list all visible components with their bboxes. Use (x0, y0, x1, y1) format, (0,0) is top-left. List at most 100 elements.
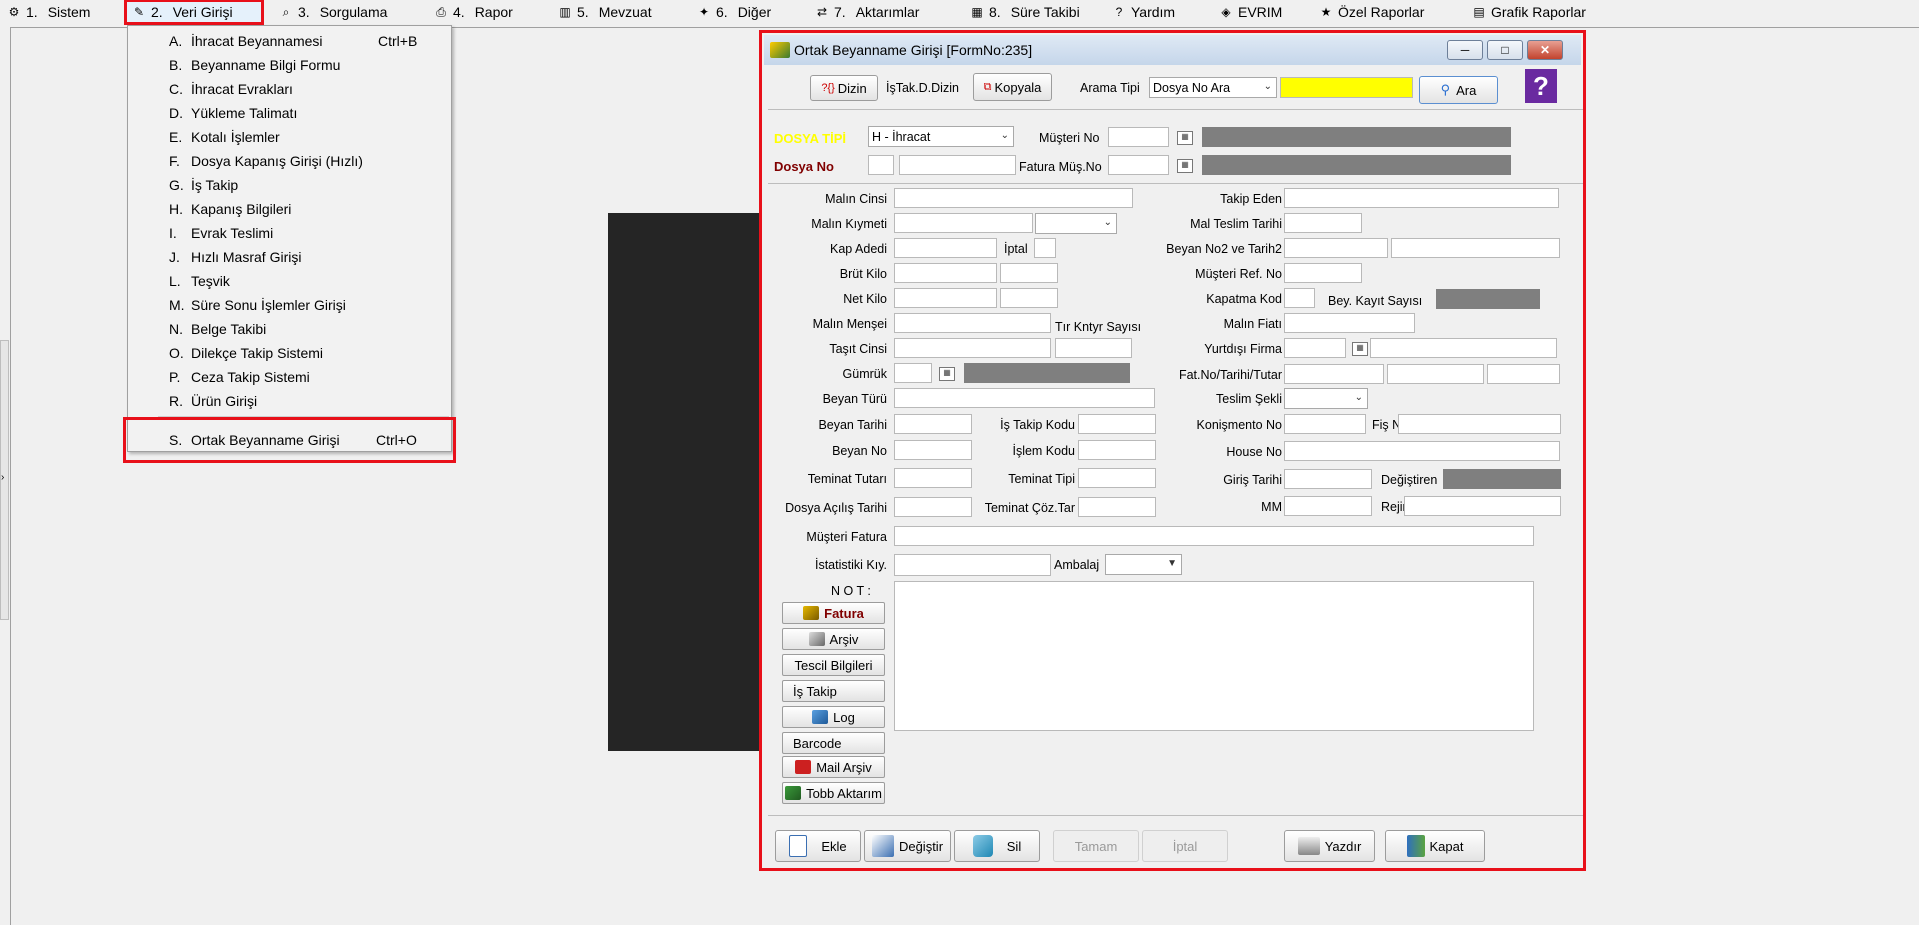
yurtdisi-firma-name-input[interactable] (1370, 338, 1557, 358)
dropdown-item-h-zl-masraf-giri-i[interactable]: J. Hızlı Masraf Girişi (128, 245, 451, 269)
search-input[interactable] (1280, 77, 1413, 98)
arsiv-button[interactable]: Arşiv (782, 628, 885, 650)
ambalaj-select[interactable]: ▼ (1105, 554, 1182, 575)
menu-veri-giri-i[interactable]: ✎ 2. Veri Girişi (124, 0, 264, 25)
beyan-turu-input[interactable] (894, 388, 1155, 408)
teminat-tutari-input[interactable] (894, 468, 972, 488)
menu-evrim[interactable]: ◈ EVRIM (1212, 0, 1288, 24)
menu--zel-raporlar[interactable]: ★ Özel Raporlar (1312, 0, 1430, 24)
dropdown-item-i-takip[interactable]: G. İş Takip (128, 173, 451, 197)
yazdir-button[interactable]: Yazdır (1284, 830, 1375, 862)
kopyala-button[interactable]: ⧉ Kopyala (973, 73, 1052, 101)
rejim-input[interactable] (1404, 496, 1561, 516)
istak-dizin-link[interactable]: İşTak.D.Dizin (886, 81, 959, 95)
not-textarea[interactable] (894, 581, 1534, 731)
fat-tutar-input[interactable] (1487, 364, 1560, 384)
dropdown-item-i-hracat-beyannamesi[interactable]: A. İhracat Beyannamesi Ctrl+B (128, 29, 451, 53)
menu-aktar-mlar[interactable]: ⇄ 7. Aktarımlar (808, 0, 925, 24)
minimize-button[interactable]: ─ (1447, 40, 1483, 60)
net-kilo-unit-input[interactable] (1000, 288, 1058, 308)
maximize-button[interactable]: □ (1487, 40, 1523, 60)
calendar-icon[interactable]: ▦ (1352, 342, 1368, 356)
kapatma-kod-input[interactable] (1284, 288, 1315, 308)
chevron-right-icon[interactable]: › (1, 472, 4, 483)
dropdown-item-kotal-i-lemler[interactable]: E. Kotalı İşlemler (128, 125, 451, 149)
malin-cinsi-input[interactable] (894, 188, 1133, 208)
fat-tarih-input[interactable] (1387, 364, 1484, 384)
malin-fiati-input[interactable] (1284, 313, 1415, 333)
dosya-acilis-tarihi-input[interactable] (894, 497, 972, 517)
brut-kilo-unit-input[interactable] (1000, 263, 1058, 283)
fis-no-input[interactable] (1398, 414, 1561, 434)
calendar-icon[interactable]: ▦ (939, 367, 955, 381)
menu-sorgulama[interactable]: ⌕ 3. Sorgulama (272, 0, 393, 24)
dropdown-item-y-kleme-talimat-[interactable]: D. Yükleme Talimatı (128, 101, 451, 125)
menu-yard-m[interactable]: ? Yardım (1105, 0, 1181, 24)
dropdown-item-dilek-e-takip-sistemi[interactable]: O. Dilekçe Takip Sistemi (128, 341, 451, 365)
teminat-tipi-input[interactable] (1078, 468, 1156, 488)
menu-mevzuat[interactable]: ▥ 5. Mevzuat (551, 0, 658, 24)
calendar-icon[interactable]: ▦ (1177, 131, 1193, 145)
iptal-input[interactable] (1034, 238, 1056, 258)
tobb-aktarim-button[interactable]: Tobb Aktarım (782, 782, 885, 804)
menu-sistem[interactable]: ⚙ 1. Sistem (0, 0, 96, 24)
tir-kntyr-input[interactable] (1055, 338, 1132, 358)
mm-input[interactable] (1284, 496, 1372, 516)
is-takip-button[interactable]: İş Takip (782, 680, 885, 702)
dropdown-item-dosya-kapan-giri-i-h-zl-[interactable]: F. Dosya Kapanış Girişi (Hızlı) (128, 149, 451, 173)
net-kilo-input[interactable] (894, 288, 997, 308)
fatura-mus-no-input[interactable] (1108, 155, 1169, 175)
giris-tarihi-input[interactable] (1284, 469, 1372, 489)
dosya-tipi-select[interactable]: H - İhracat ⌄ (868, 126, 1014, 147)
teslim-sekli-select[interactable]: ⌄ (1284, 388, 1368, 409)
dropdown-item-s-re-sonu-i-lemler-giri-i[interactable]: M. Süre Sonu İşlemler Girişi (128, 293, 451, 317)
kap-adedi-input[interactable] (894, 238, 997, 258)
ekle-button[interactable]: Ekle (775, 830, 861, 862)
menu-di-er[interactable]: ✦ 6. Diğer (690, 0, 777, 24)
beyan-no2-input[interactable] (1284, 238, 1388, 258)
tarih2-input[interactable] (1391, 238, 1560, 258)
help-icon[interactable]: ? (1525, 69, 1557, 103)
fatura-button[interactable]: Fatura (782, 602, 885, 624)
dizin-button[interactable]: ?{} Dizin (810, 75, 878, 101)
dropdown-item-beyanname-bilgi-formu[interactable]: B. Beyanname Bilgi Formu (128, 53, 451, 77)
dosya-no-prefix-input[interactable] (868, 155, 894, 175)
musteri-no-input[interactable] (1108, 127, 1169, 147)
tasit-cinsi-input[interactable] (894, 338, 1051, 358)
dropdown-item-kapan-bilgileri[interactable]: H. Kapanış Bilgileri (128, 197, 451, 221)
brut-kilo-input[interactable] (894, 263, 997, 283)
dropdown-item--r-n-giri-i[interactable]: R. Ürün Girişi (128, 389, 451, 413)
calendar-icon[interactable]: ▦ (1177, 159, 1193, 173)
dropdown-item-te-vik[interactable]: L. Teşvik (128, 269, 451, 293)
kapat-button[interactable]: Kapat (1385, 830, 1485, 862)
mail-arsiv-button[interactable]: Mail Arşiv (782, 756, 885, 778)
degistir-button[interactable]: Değiştir (864, 830, 951, 862)
log-button[interactable]: Log (782, 706, 885, 728)
ara-button[interactable]: ⚲ Ara (1419, 76, 1498, 104)
musteri-ref-no-input[interactable] (1284, 263, 1362, 283)
dropdown-item-ceza-takip-sistemi[interactable]: P. Ceza Takip Sistemi (128, 365, 451, 389)
takip-eden-input[interactable] (1284, 188, 1559, 208)
dropdown-item-i-hracat-evraklar-[interactable]: C. İhracat Evrakları (128, 77, 451, 101)
menu-s-re-takibi[interactable]: ▦ 8. Süre Takibi (963, 0, 1086, 24)
tamam-button[interactable]: Tamam (1053, 830, 1139, 862)
konismento-no-input[interactable] (1284, 414, 1366, 434)
is-takip-kodu-input[interactable] (1078, 414, 1156, 434)
islem-kodu-input[interactable] (1078, 440, 1156, 460)
house-no-input[interactable] (1284, 441, 1560, 461)
dosya-no-input[interactable] (899, 155, 1016, 175)
malin-mensei-input[interactable] (894, 313, 1051, 333)
mal-teslim-tarihi-input[interactable] (1284, 213, 1362, 233)
iptal-button[interactable]: İptal (1142, 830, 1228, 862)
yurtdisi-firma-input[interactable] (1284, 338, 1346, 358)
teminat-coz-tar-input[interactable] (1078, 497, 1156, 517)
beyan-tarihi-input[interactable] (894, 414, 972, 434)
musteri-fatura-input[interactable] (894, 526, 1534, 546)
gumruk-input[interactable] (894, 363, 932, 383)
arama-tipi-select[interactable]: Dosya No Ara ⌄ (1149, 77, 1277, 98)
dropdown-item-belge-takibi[interactable]: N. Belge Takibi (128, 317, 451, 341)
currency-select[interactable]: ⌄ (1035, 213, 1117, 234)
menu-rapor[interactable]: ⎙ 4. Rapor (427, 0, 519, 24)
menu-grafik-raporlar[interactable]: ▤ Grafik Raporlar (1465, 0, 1592, 24)
barcode-button[interactable]: Barcode (782, 732, 885, 754)
